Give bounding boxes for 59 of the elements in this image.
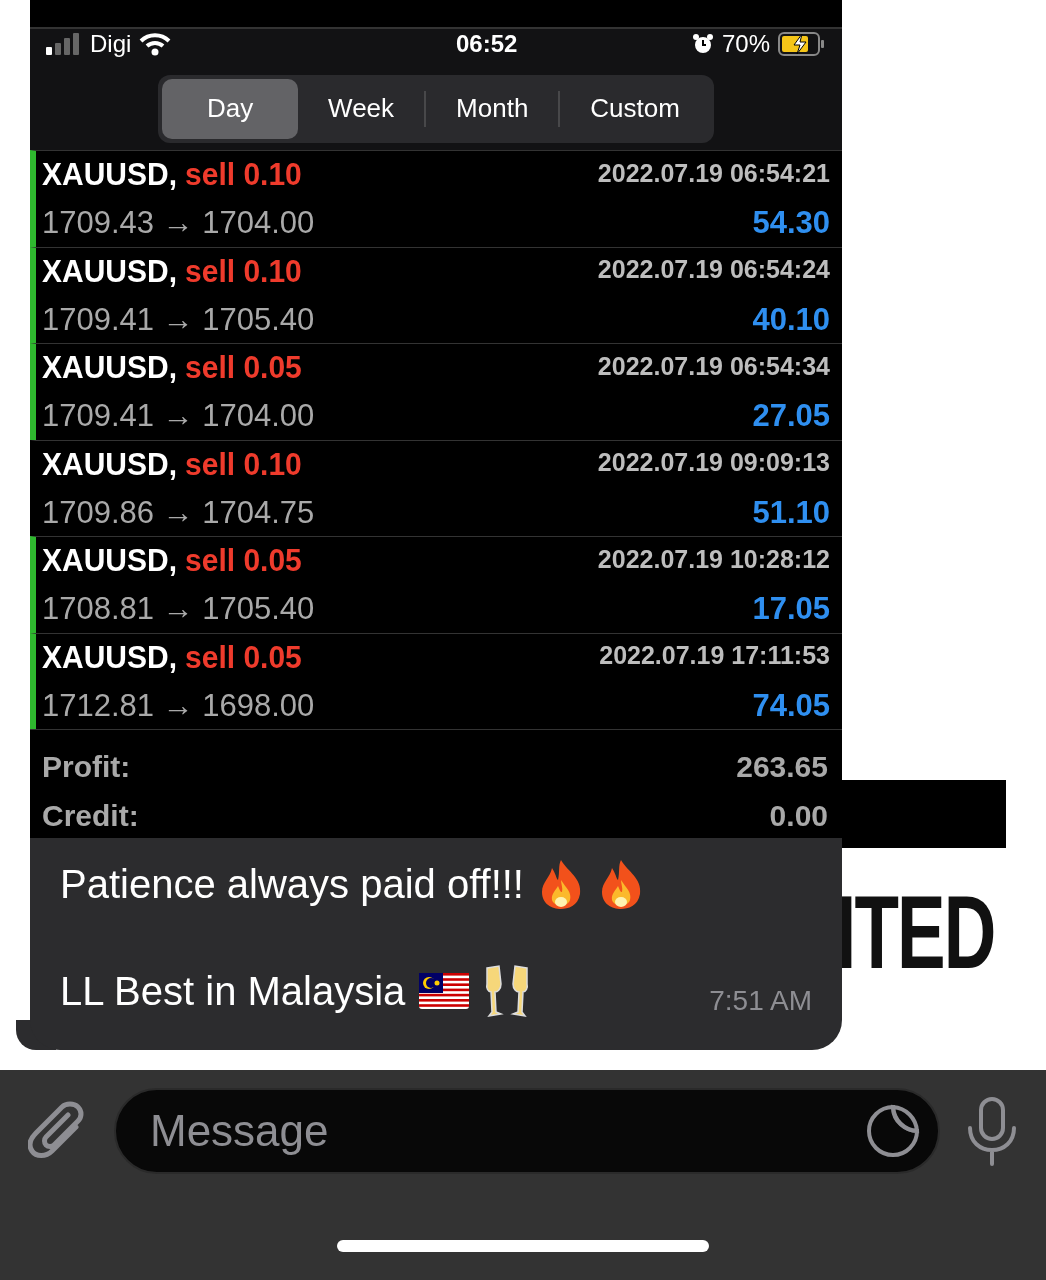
trade-prices: 1709.43 → 1704.00 xyxy=(42,204,315,242)
trade-profit: 27.05 xyxy=(752,397,830,435)
trade-row[interactable]: XAUUSD, sell 0.10 2022.07.19 09:09:13 1709.86 → 1704.75 51.10 xyxy=(30,439,842,536)
trade-side: sell 0.05 xyxy=(185,637,302,676)
trade-time: 2022.07.19 10:28:12 xyxy=(597,543,830,575)
trade-prices: 1709.41 → 1704.00 xyxy=(42,397,315,435)
trade-row[interactable]: XAUUSD, sell 0.05 2022.07.19 06:54:34 1709.41 → 1704.00 27.05 xyxy=(30,343,842,440)
trade-symbol: XAUUSD, xyxy=(42,251,177,290)
summary-label: Credit: xyxy=(42,798,139,834)
summary-value: 0.00 xyxy=(769,798,828,834)
wifi-icon xyxy=(139,31,172,56)
trade-profit: 54.30 xyxy=(752,204,830,242)
trade-prices: 1709.86 → 1704.75 xyxy=(42,493,315,532)
trade-prices: 1712.81 → 1698.00 xyxy=(42,686,315,725)
period-tab[interactable]: Day xyxy=(162,78,299,139)
trade-time: 2022.07.19 06:54:34 xyxy=(597,350,830,382)
trade-prices: 1709.41 → 1705.40 xyxy=(42,300,315,339)
summary-label: Profit: xyxy=(42,749,131,785)
period-tab[interactable]: Month xyxy=(426,78,559,139)
flag-icon xyxy=(419,973,470,1009)
message-text: Patience always paid off!!! xyxy=(60,861,524,908)
alarm-icon xyxy=(691,32,714,55)
trade-prices: 1708.81 → 1705.40 xyxy=(42,590,315,628)
period-tab[interactable]: Custom xyxy=(560,78,710,139)
trade-row[interactable]: XAUUSD, sell 0.05 2022.07.19 17:11:53 1712.81 → 1698.00 74.05 xyxy=(30,632,842,729)
trade-side: sell 0.10 xyxy=(185,444,302,483)
background-text: ITED xyxy=(836,880,995,984)
battery-icon xyxy=(778,31,826,56)
sticker-icon[interactable] xyxy=(866,1104,920,1158)
trade-symbol: XAUUSD, xyxy=(42,444,177,483)
period-tab[interactable]: Week xyxy=(298,78,425,139)
signal-icon xyxy=(46,32,82,55)
summary-value: 263.65 xyxy=(736,749,828,785)
microphone-icon[interactable] xyxy=(966,1096,1018,1166)
trade-symbol: XAUUSD, xyxy=(42,155,177,193)
trade-row[interactable]: XAUUSD, sell 0.05 2022.07.19 10:28:12 1708.81 → 1705.40 17.05 xyxy=(30,536,842,633)
trade-side: sell 0.05 xyxy=(185,541,302,579)
carrier-label: Digi xyxy=(90,28,132,59)
trade-profit: 40.10 xyxy=(752,300,830,339)
clock-time: 06:52 xyxy=(455,28,518,59)
trade-time: 2022.07.19 06:54:24 xyxy=(597,254,830,286)
trade-symbol: XAUUSD, xyxy=(42,637,177,676)
trade-symbol: XAUUSD, xyxy=(42,541,177,579)
trade-side: sell 0.05 xyxy=(185,348,302,386)
trade-time: 2022.07.19 09:09:13 xyxy=(597,447,830,479)
trade-profit: 17.05 xyxy=(752,590,830,628)
trade-row[interactable]: XAUUSD, sell 0.10 2022.07.19 06:54:24 1709.41 → 1705.40 40.10 xyxy=(30,246,842,343)
trade-symbol: XAUUSD, xyxy=(42,348,177,386)
message-field[interactable]: Message xyxy=(114,1088,940,1174)
trade-side: sell 0.10 xyxy=(185,251,302,290)
battery-percent: 70% xyxy=(721,28,770,59)
message-time: 7:51 AM xyxy=(709,984,812,1018)
trade-profit: 74.05 xyxy=(752,686,830,725)
trade-row[interactable]: XAUUSD, sell 0.10 2022.07.19 06:54:21 1709.43 → 1704.00 54.30 xyxy=(30,150,842,247)
trade-time: 2022.07.19 17:11:53 xyxy=(599,640,830,672)
trade-profit: 51.10 xyxy=(752,493,830,532)
trade-time: 2022.07.19 06:54:21 xyxy=(597,157,830,189)
message-text: LL Best in Malaysia xyxy=(60,968,406,1015)
trade-side: sell 0.10 xyxy=(185,155,302,193)
